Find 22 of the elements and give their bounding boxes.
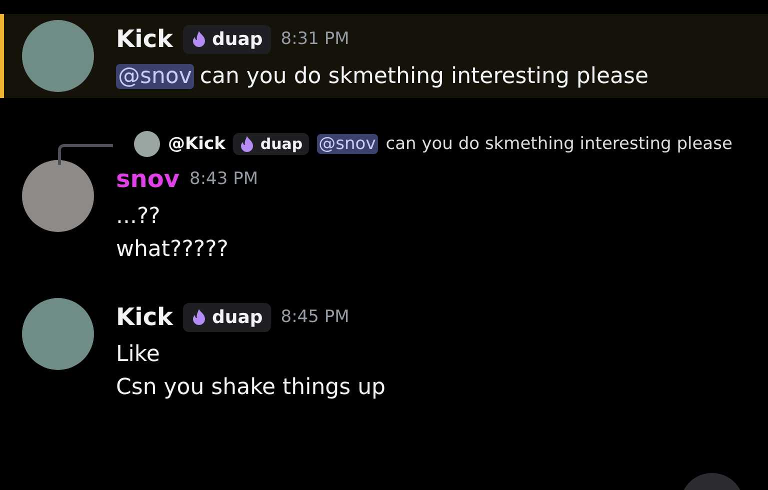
username[interactable]: Kick <box>116 303 174 331</box>
username[interactable]: snov <box>116 165 180 193</box>
timestamp: 8:43 PM <box>190 169 258 189</box>
tag-label: duap <box>212 28 263 50</box>
message-text: can you do skmething interesting please <box>200 64 648 89</box>
tag-label: duap <box>260 135 303 153</box>
mention[interactable]: @snov <box>116 64 194 89</box>
flame-icon <box>191 30 208 48</box>
reply-author: @Kick <box>168 134 226 154</box>
message-text: Csn you shake things up <box>116 375 386 400</box>
message-text: what????? <box>116 237 230 262</box>
reply-text: can you do skmething interesting please <box>386 134 732 154</box>
avatar <box>134 131 160 157</box>
flame-icon <box>239 135 256 153</box>
flame-icon <box>191 308 208 326</box>
timestamp: 8:45 PM <box>280 307 350 327</box>
message-text: ...?? <box>116 204 162 229</box>
message-text: Like <box>116 342 161 367</box>
mention[interactable]: @snov <box>316 134 378 154</box>
timestamp: 8:31 PM <box>280 29 350 49</box>
tag-label: duap <box>212 306 263 328</box>
username[interactable]: Kick <box>116 25 174 53</box>
